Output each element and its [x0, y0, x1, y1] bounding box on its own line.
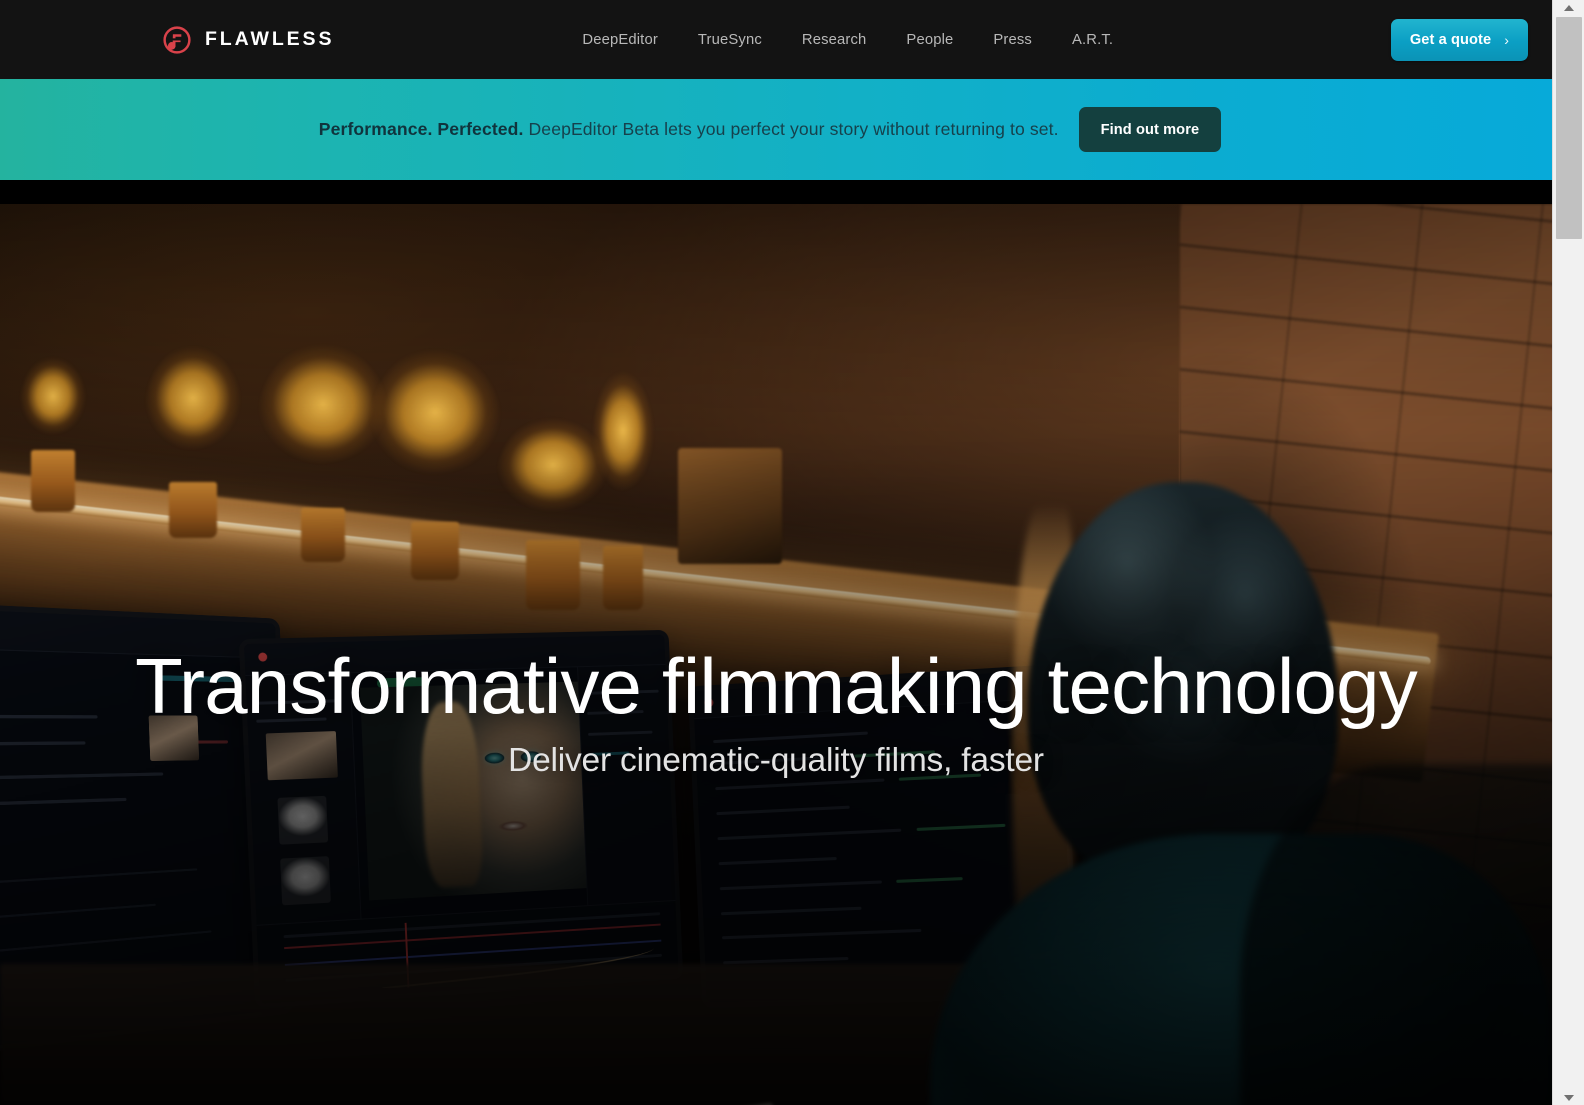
- scroll-up-button[interactable]: [1553, 0, 1584, 15]
- nav-item-people[interactable]: People: [906, 32, 953, 48]
- primary-navigation: DeepEditor TrueSync Research People Pres…: [582, 32, 1113, 48]
- chevron-right-icon: ›: [1504, 31, 1509, 48]
- brand-logo-link[interactable]: FLAWLESS: [162, 25, 334, 55]
- hero-section: Transformative filmmaking technology Del…: [0, 204, 1552, 1105]
- hero-copy: Transformative filmmaking technology Del…: [0, 645, 1552, 780]
- get-a-quote-label: Get a quote: [1409, 31, 1492, 48]
- scroll-up-arrow-icon: [1564, 4, 1574, 11]
- announcement-text: Performance. Perfected. DeepEditor Beta …: [319, 119, 1059, 140]
- nav-item-deepeditor[interactable]: DeepEditor: [582, 32, 658, 48]
- announcement-body: DeepEditor Beta lets you perfect your st…: [523, 119, 1059, 139]
- hero-title: Transformative filmmaking technology: [135, 642, 1418, 730]
- page-content: FLAWLESS DeepEditor TrueSync Research Pe…: [0, 0, 1552, 1105]
- scrollbar-thumb[interactable]: [1556, 17, 1582, 239]
- get-a-quote-button[interactable]: Get a quote ›: [1390, 18, 1528, 61]
- vertical-scrollbar[interactable]: [1552, 0, 1584, 1105]
- brand-wordmark: FLAWLESS: [205, 27, 335, 50]
- nav-item-art[interactable]: A.R.T.: [1072, 32, 1113, 48]
- nav-item-research[interactable]: Research: [802, 32, 867, 48]
- find-out-more-button[interactable]: Find out more: [1078, 107, 1222, 152]
- announcement-banner: Performance. Perfected. DeepEditor Beta …: [0, 79, 1552, 180]
- announcement-inner: Performance. Perfected. DeepEditor Beta …: [319, 107, 1222, 152]
- hero-subtitle: Deliver cinematic-quality films, faster: [508, 741, 1044, 779]
- banner-divider-strip: [0, 180, 1552, 204]
- nav-item-press[interactable]: Press: [993, 32, 1032, 48]
- announcement-lead: Performance. Perfected.: [318, 119, 524, 139]
- scroll-down-button[interactable]: [1553, 1090, 1584, 1105]
- flawless-circle-f-logo-icon: [162, 25, 192, 55]
- nav-item-truesync[interactable]: TrueSync: [698, 32, 762, 48]
- site-header: FLAWLESS DeepEditor TrueSync Research Pe…: [0, 0, 1552, 79]
- scroll-down-arrow-icon: [1564, 1094, 1574, 1101]
- browser-viewport: FLAWLESS DeepEditor TrueSync Research Pe…: [0, 0, 1584, 1105]
